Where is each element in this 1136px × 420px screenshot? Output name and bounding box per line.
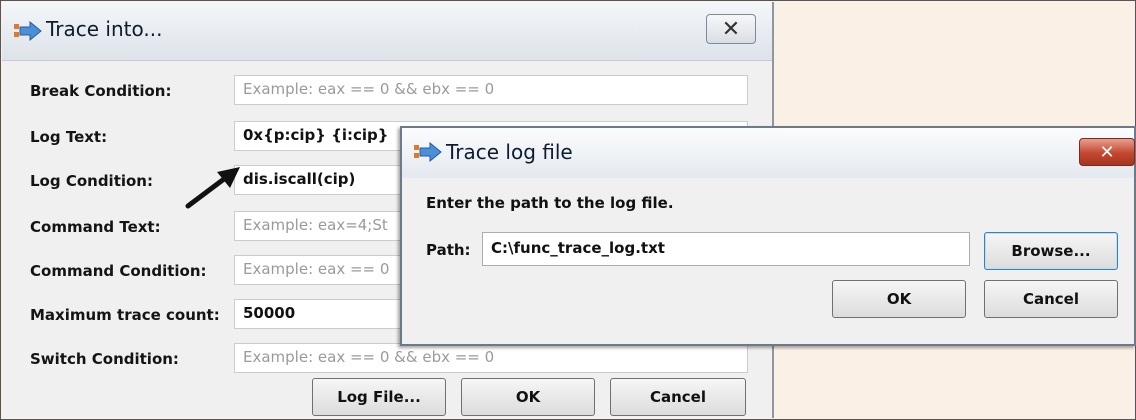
close-button[interactable]: ✕ [706,14,756,44]
browse-button[interactable]: Browse... [984,232,1118,270]
command-condition-label: Command Condition: [30,262,207,280]
break-condition-label: Break Condition: [30,82,172,100]
log-text-label: Log Text: [30,128,108,146]
cancel-button[interactable]: Cancel [984,280,1118,318]
trace-into-title: Trace into... [46,17,163,41]
cancel-button[interactable]: Cancel [610,378,746,416]
ok-button[interactable]: OK [832,280,966,318]
trace-log-title: Trace log file [446,140,573,164]
trace-into-titlebar[interactable]: Trace into... ✕ [2,2,772,61]
path-prompt-text: Enter the path to the log file. [426,194,674,212]
switch-condition-label: Switch Condition: [30,350,179,368]
annotation-arrow-icon [185,167,240,209]
log-file-button[interactable]: Log File... [312,378,446,416]
path-input[interactable]: C:\func_trace_log.txt [482,232,970,266]
arrow-app-icon [14,21,42,41]
arrow-app-icon [414,142,442,162]
close-button[interactable]: ✕ [1079,138,1135,166]
ok-button[interactable]: OK [461,378,595,416]
trace-log-file-dialog: Trace log file ✕ Enter the path to the l… [400,126,1136,346]
command-text-label: Command Text: [30,218,161,236]
path-label: Path: [426,241,471,259]
log-condition-label: Log Condition: [30,172,153,190]
close-icon: ✕ [721,16,741,42]
trace-log-titlebar[interactable]: Trace log file ✕ [402,128,1135,178]
break-condition-input[interactable]: Example: eax == 0 && ebx == 0 [234,75,748,105]
maximum-trace-count-label: Maximum trace count: [30,306,220,324]
close-icon: ✕ [1099,141,1115,163]
switch-condition-input[interactable]: Example: eax == 0 && ebx == 0 [234,343,748,373]
